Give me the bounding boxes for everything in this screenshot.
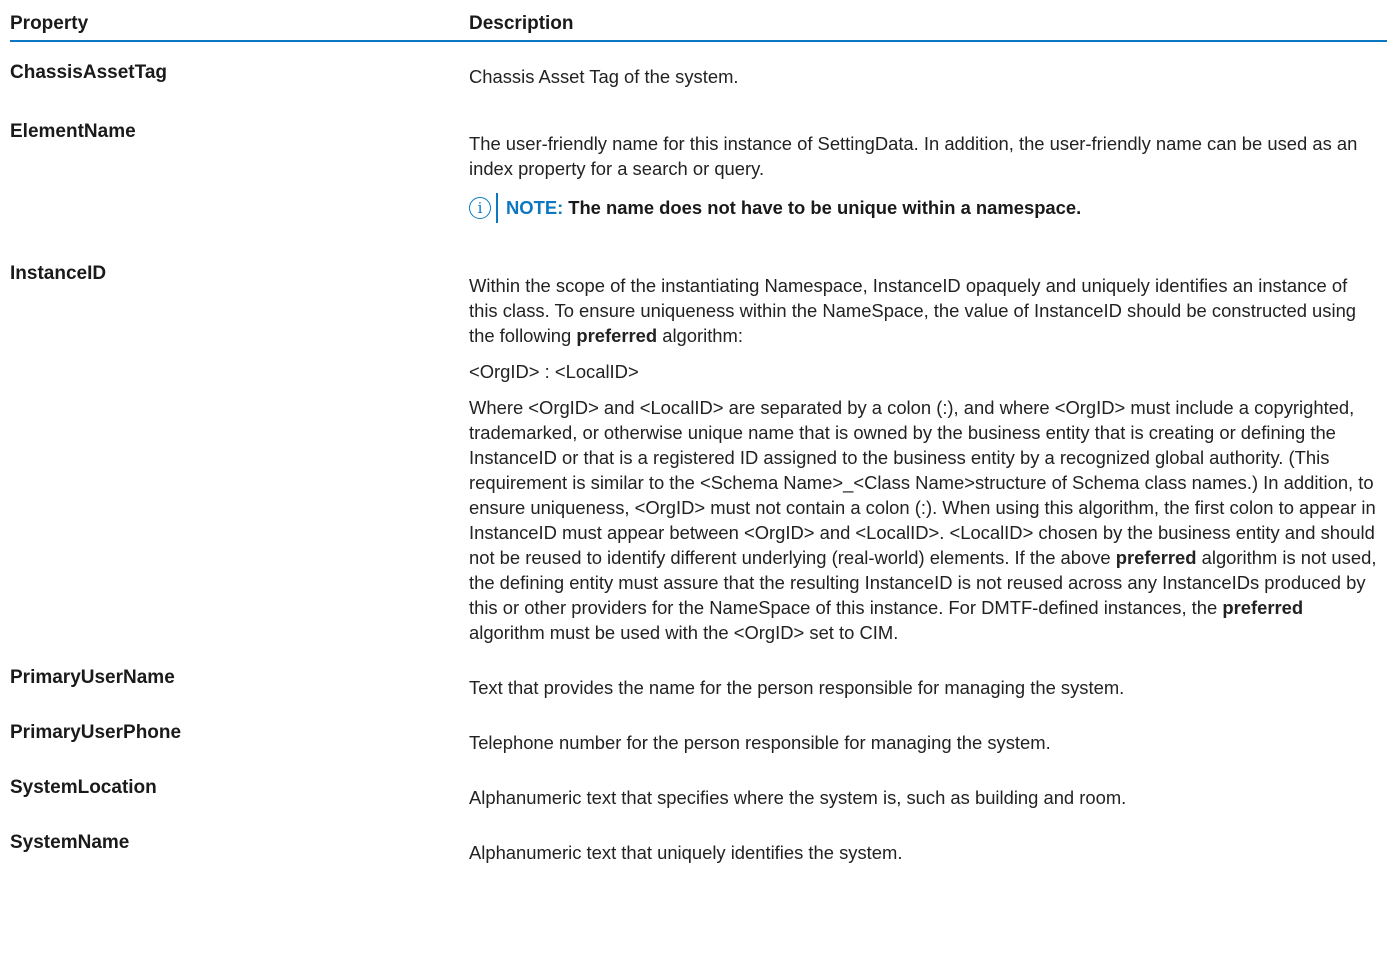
text-segment: algorithm: xyxy=(657,325,743,346)
header-description: Description xyxy=(469,12,574,34)
property-description: Telephone number for the person responsi… xyxy=(469,720,1387,755)
emphasis-preferred: preferred xyxy=(1115,547,1197,568)
info-circle-icon: i xyxy=(469,197,491,219)
property-table: Property Description ChassisAssetTag Cha… xyxy=(10,7,1387,865)
description-text: Text that provides the name for the pers… xyxy=(469,677,1125,698)
property-name: SystemLocation xyxy=(10,777,157,798)
text-segment: Where <OrgID> and <LocalID> are separate… xyxy=(469,397,1376,568)
description-paragraph: Within the scope of the instantiating Na… xyxy=(469,273,1379,348)
table-row: ElementName The user-friendly name for t… xyxy=(10,119,1387,223)
property-description: Alphanumeric text that uniquely identifi… xyxy=(469,830,1387,865)
table-row: PrimaryUserName Text that provides the n… xyxy=(10,665,1387,700)
note-callout: i NOTE: The name does not have to be uni… xyxy=(469,193,1379,223)
property-name: ChassisAssetTag xyxy=(10,62,167,83)
property-name: PrimaryUserPhone xyxy=(10,722,182,743)
text-segment: algorithm must be used with the <OrgID> … xyxy=(469,622,899,643)
description-text: Alphanumeric text that specifies where t… xyxy=(469,787,1127,808)
description-text: Chassis Asset Tag of the system. xyxy=(469,66,739,87)
property-description: The user-friendly name for this instance… xyxy=(469,119,1387,223)
note-divider xyxy=(496,193,498,223)
note-label: NOTE: xyxy=(506,197,564,218)
property-description: Text that provides the name for the pers… xyxy=(469,665,1387,700)
property-name: ElementName xyxy=(10,121,136,142)
property-description: Chassis Asset Tag of the system. xyxy=(469,60,1387,89)
table-header: Property Description xyxy=(10,7,1387,42)
note-text: The name does not have to be unique with… xyxy=(568,197,1082,218)
description-text: The user-friendly name for this instance… xyxy=(469,133,1358,179)
emphasis-preferred: preferred xyxy=(576,325,658,346)
table-row: SystemName Alphanumeric text that unique… xyxy=(10,830,1387,865)
table-row: InstanceID Within the scope of the insta… xyxy=(10,261,1387,645)
table-row: PrimaryUserPhone Telephone number for th… xyxy=(10,720,1387,755)
property-description: Alphanumeric text that specifies where t… xyxy=(469,775,1387,810)
property-description: Within the scope of the instantiating Na… xyxy=(469,261,1387,645)
header-property: Property xyxy=(10,12,89,34)
property-name: SystemName xyxy=(10,832,130,853)
description-paragraph: Where <OrgID> and <LocalID> are separate… xyxy=(469,395,1379,645)
property-name: InstanceID xyxy=(10,263,107,284)
emphasis-preferred: preferred xyxy=(1222,597,1304,618)
table-row: ChassisAssetTag Chassis Asset Tag of the… xyxy=(10,60,1387,89)
property-name: PrimaryUserName xyxy=(10,667,175,688)
description-text: Telephone number for the person responsi… xyxy=(469,732,1051,753)
table-row: SystemLocation Alphanumeric text that sp… xyxy=(10,775,1387,810)
description-text: Alphanumeric text that uniquely identifi… xyxy=(469,842,903,863)
format-example: <OrgID> : <LocalID> xyxy=(469,361,639,382)
